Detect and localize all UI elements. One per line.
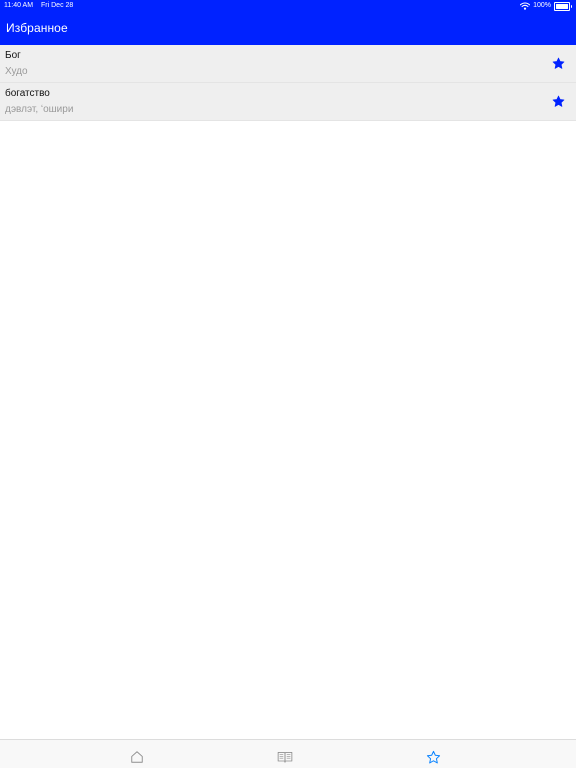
tab-favorites[interactable] — [426, 750, 442, 764]
status-indicators: 100% — [520, 0, 572, 12]
battery-tip — [571, 4, 572, 8]
book-icon — [277, 752, 293, 763]
page-title: Избранное — [6, 21, 68, 35]
status-bar: 11:40 AM Fri Dec 28 100% — [0, 0, 576, 12]
favorite-row[interactable]: богатство дэвлэт, ʻошири — [0, 83, 576, 121]
favorites-list: Бог Худо богатство дэвлэт, ʻошири — [0, 45, 576, 121]
navigation-header: 11:40 AM Fri Dec 28 100% Избранное — [0, 0, 576, 45]
status-time: 11:40 AM — [4, 2, 34, 9]
tab-dictionary[interactable] — [277, 750, 293, 764]
battery-icon — [554, 1, 572, 11]
status-date: Fri Dec 28 — [41, 2, 74, 9]
battery-body — [554, 1, 570, 11]
favorite-word: Бог — [5, 50, 21, 61]
tab-home[interactable] — [130, 750, 146, 764]
star-icon — [426, 750, 441, 764]
battery-percent: 100% — [533, 2, 551, 9]
home-icon — [131, 751, 143, 763]
favorite-row[interactable]: Бог Худо — [0, 45, 576, 83]
tab-bar — [0, 739, 576, 768]
star-filled-icon[interactable] — [552, 57, 565, 70]
favorite-translation: Худо — [5, 66, 28, 77]
battery-fill — [556, 3, 568, 9]
status-datetime: 11:40 AM Fri Dec 28 — [4, 0, 73, 12]
wifi-icon — [520, 2, 531, 10]
favorite-translation: дэвлэт, ʻошири — [5, 104, 74, 115]
favorite-word: богатство — [5, 88, 50, 99]
star-filled-icon[interactable] — [552, 95, 565, 108]
